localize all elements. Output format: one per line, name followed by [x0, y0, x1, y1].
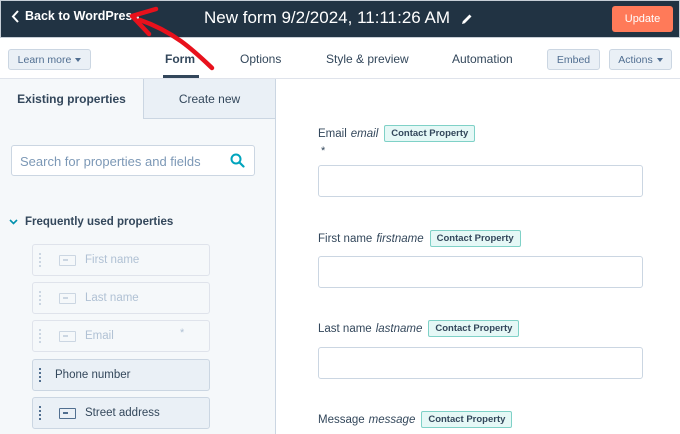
property-label: Email — [85, 330, 114, 342]
first-name-field[interactable] — [318, 256, 643, 288]
property-label: Phone number — [55, 369, 131, 381]
tab-form[interactable]: Form — [165, 52, 195, 66]
property-item-phone-number[interactable]: Phone number — [32, 359, 210, 391]
back-to-wordpress-link[interactable]: Back to WordPress — [11, 9, 139, 23]
tab-automation[interactable]: Automation — [452, 52, 513, 66]
drag-handle-icon — [39, 329, 43, 345]
contact-property-badge: Contact Property — [421, 411, 513, 428]
contact-property-badge: Contact Property — [429, 230, 521, 247]
field-label-message[interactable]: Message message Contact Property — [318, 411, 513, 428]
tab-create-new[interactable]: Create new — [143, 79, 275, 119]
field-label-firstname[interactable]: First name firstname Contact Property — [318, 230, 521, 247]
back-label: Back to WordPress — [25, 9, 140, 23]
email-field[interactable] — [318, 165, 643, 197]
tab-existing-properties[interactable]: Existing properties — [0, 79, 143, 119]
section-title: Frequently used properties — [25, 216, 174, 228]
field-internal-name: firstname — [376, 232, 424, 245]
property-item-street-address[interactable]: Street address — [32, 397, 210, 429]
chevron-left-icon — [11, 9, 19, 23]
contact-property-badge: Contact Property — [428, 320, 520, 337]
actions-label: Actions — [618, 53, 653, 66]
required-asterisk: * — [321, 145, 326, 157]
field-internal-name: message — [368, 413, 416, 426]
drag-handle-icon — [39, 368, 43, 384]
property-label: First name — [85, 254, 140, 266]
search-input[interactable] — [20, 152, 220, 170]
properties-sidebar: Existing properties Create new Frequentl… — [0, 79, 276, 434]
chevron-down-icon — [9, 219, 18, 225]
form-editor-toolbar: Learn more Form Options Style & preview … — [0, 38, 680, 79]
field-label-email[interactable]: Email email Contact Property — [318, 125, 476, 142]
caret-down-icon — [75, 57, 82, 62]
drag-handle-icon — [39, 406, 43, 422]
caret-down-icon — [656, 57, 663, 62]
tab-options[interactable]: Options — [240, 52, 281, 66]
drag-handle-icon — [39, 253, 43, 269]
tab-create-new-label: Create new — [178, 91, 241, 106]
property-label: Last name — [85, 292, 139, 304]
learn-more-label: Learn more — [17, 53, 72, 66]
embed-label: Embed — [556, 53, 591, 66]
text-field-icon — [59, 255, 76, 266]
embed-button[interactable]: Embed — [547, 49, 600, 70]
update-button[interactable]: Update — [612, 6, 673, 32]
field-label-text: Email — [318, 127, 347, 140]
drag-handle-icon — [39, 291, 43, 307]
field-internal-name: lastname — [375, 322, 423, 335]
search-icon[interactable] — [230, 153, 245, 173]
section-toggle-frequently-used[interactable]: Frequently used properties — [9, 216, 173, 228]
form-title[interactable]: New form 9/2/2024, 11:11:26 AM — [204, 8, 450, 28]
learn-more-dropdown[interactable]: Learn more — [8, 49, 91, 70]
property-label: Street address — [85, 407, 160, 419]
text-field-icon — [59, 293, 76, 304]
actions-dropdown[interactable]: Actions — [609, 49, 672, 70]
top-bar: Back to WordPress New form 9/2/2024, 11:… — [0, 0, 680, 38]
required-asterisk: * — [180, 327, 185, 339]
tab-style-preview[interactable]: Style & preview — [326, 52, 409, 66]
field-label-text: First name — [318, 232, 373, 245]
pencil-icon[interactable] — [461, 12, 473, 30]
property-item-first-name: First name — [32, 244, 210, 276]
text-field-icon — [59, 331, 76, 342]
contact-property-badge: Contact Property — [384, 125, 476, 142]
last-name-field[interactable] — [318, 347, 643, 379]
field-internal-name: email — [350, 127, 379, 140]
field-label-lastname[interactable]: Last name lastname Contact Property — [318, 320, 520, 337]
form-canvas: Email email Contact Property * First nam… — [277, 79, 680, 434]
property-search — [11, 145, 255, 176]
property-item-last-name: Last name — [32, 282, 210, 314]
property-item-email: Email * — [32, 320, 210, 352]
tab-existing-properties-label: Existing properties — [17, 92, 126, 106]
field-label-text: Message — [318, 413, 365, 426]
active-tab-indicator — [163, 75, 199, 78]
field-label-text: Last name — [318, 322, 372, 335]
text-field-icon — [59, 408, 76, 419]
